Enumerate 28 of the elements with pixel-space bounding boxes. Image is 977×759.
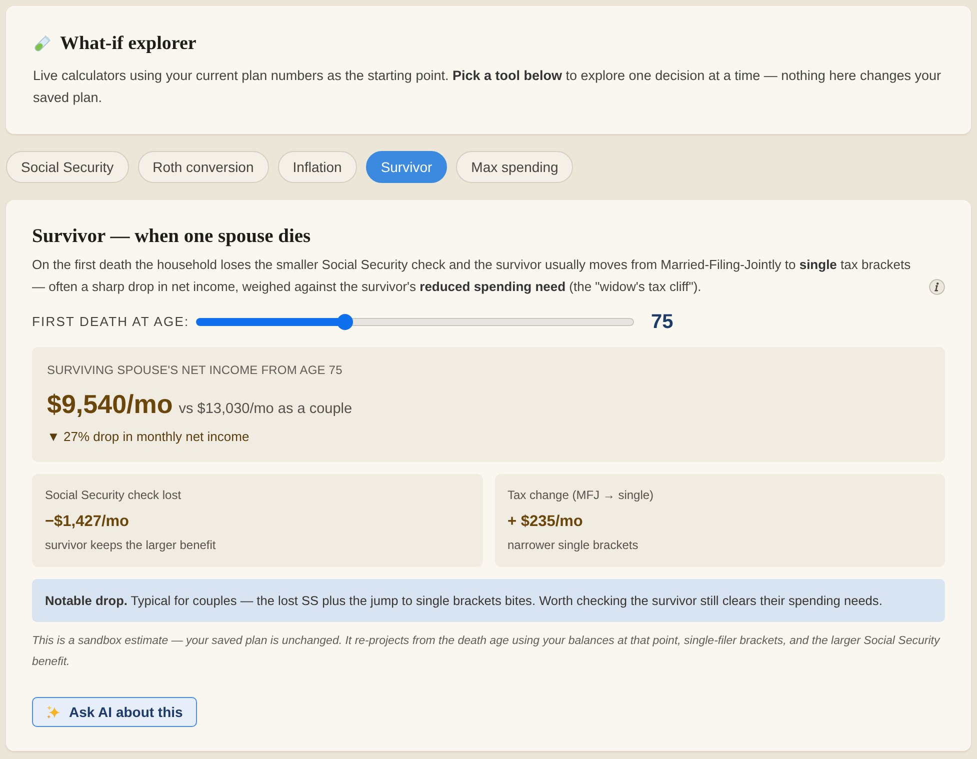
callout-note: Notable drop. Typical for couples — the lost SS plus the jump to single brackets bites. Worth checking the survivor still clears their spending needs. (32, 579, 945, 622)
stat-label: Tax change (MFJ → single) (508, 487, 655, 504)
net-income-amount: $9,540/mo (47, 388, 173, 421)
stat-value: −$1,427/mo (45, 512, 130, 532)
info-icon[interactable] (929, 279, 945, 295)
tool-tab[interactable]: Inflation (278, 151, 357, 183)
disclaimer-text: This is a sandbox estimate — your saved plan is unchanged. It re-projects from the death age using your balances at that point, single-filer brackets, and the larger Social Security benefit. (32, 634, 942, 670)
tool-tab[interactable]: Survivor (366, 151, 448, 183)
stat-note: survivor keeps the larger benefit (45, 537, 217, 554)
tool-tab[interactable]: Max spending (456, 151, 574, 183)
result-label: SURVIVING SPOUSE'S NET INCOME FROM AGE 75 (47, 362, 344, 379)
tool-tab[interactable]: Roth conversion (138, 151, 269, 183)
ask-ai-button[interactable]: Ask AI about this (32, 697, 197, 727)
stat-note: narrower single brackets (508, 537, 640, 554)
panel-title: Survivor — when one spouse dies (32, 225, 312, 249)
intro-text: Live calculators using your current plan numbers as the starting point. Pick a tool below to explore one decision at a time — nothing here changes your saved plan. (33, 67, 942, 107)
panel-description: On the first death the household loses the smaller Social Security check and the survivor usually moves from Married-Filing-Jointly to single tax brackets — often a sharp drop in net income, weighed against the survivor's reduced spending need (the "widow's tax cliff"). (32, 256, 912, 296)
slider-label: FIRST DEATH AT AGE: (32, 313, 190, 331)
sparkle-icon (46, 704, 61, 720)
tool-tab[interactable]: Social Security (6, 151, 129, 183)
slider-thumb[interactable] (336, 314, 353, 330)
age-slider-track[interactable] (196, 318, 634, 326)
section-title: What-if explorer (60, 32, 196, 56)
couple-comparison: vs $13,030/mo as a couple (178, 400, 352, 419)
stat-value: + $235/mo (508, 512, 584, 532)
income-change: ▼ 27% drop in monthly net income (47, 428, 250, 446)
stat-label: Social Security check lost (45, 487, 182, 504)
slider-value: 75 (651, 310, 674, 334)
